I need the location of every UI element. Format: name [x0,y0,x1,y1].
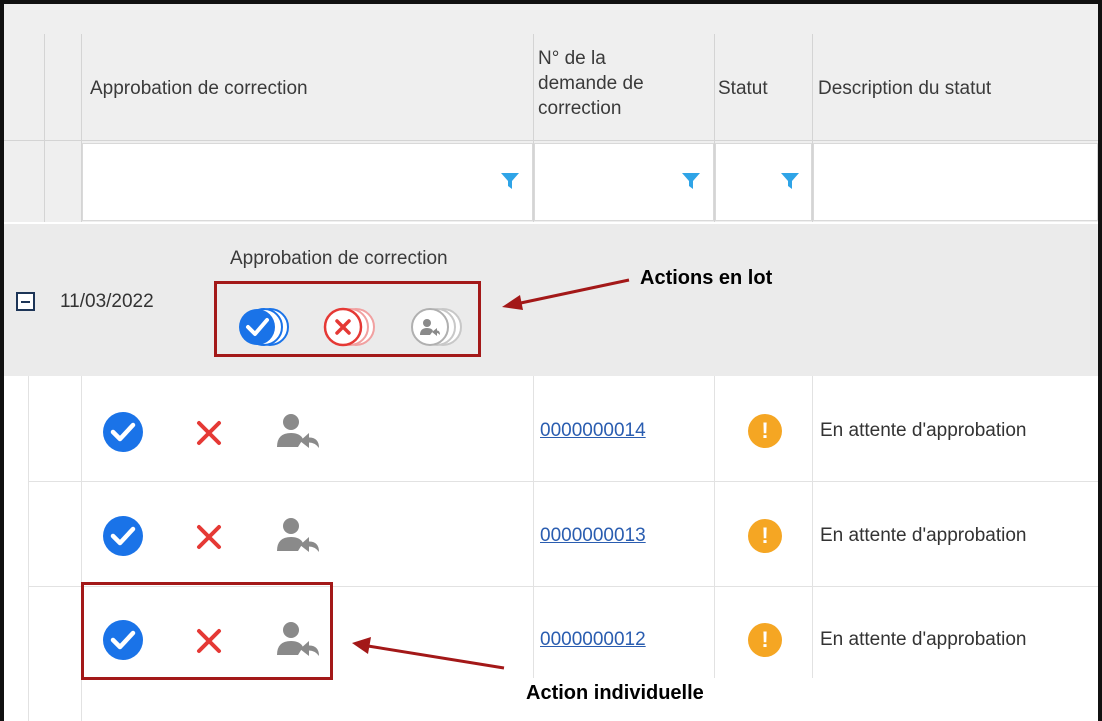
individual-annotation-arrow [352,637,505,670]
request-number-link[interactable]: 0000000012 [540,629,646,651]
status-description: En attente d'approbation [820,629,1027,650]
col-header-request-no-line2: demande de [538,73,644,94]
bulk-actions-highlight [214,281,481,357]
filter-status-desc[interactable] [813,143,1098,221]
filter-approval[interactable] [82,143,533,221]
col-header-status[interactable]: Statut [718,76,768,101]
individual-action-highlight [81,582,333,680]
group-date: 11/03/2022 [60,291,154,312]
bulk-annotation-arrow [502,278,630,310]
filter-approval-icon[interactable] [500,172,520,190]
warning-icon: ! [748,519,782,553]
warning-icon: ! [748,623,782,657]
corrections-grid: Approbation de correction N° de la deman… [4,4,1098,721]
reassign-icon[interactable] [276,411,322,451]
col-header-approval[interactable]: Approbation de correction [90,76,308,101]
filter-status-icon[interactable] [780,172,800,190]
reassign-icon[interactable] [276,515,322,555]
col-header-status-desc[interactable]: Description du statut [818,76,991,101]
approve-icon[interactable] [102,515,144,557]
reject-icon[interactable] [196,420,222,446]
bulk-annotation-label: Actions en lot [640,267,773,289]
group-column-title: Approbation de correction [230,248,448,269]
request-number-link[interactable]: 0000000013 [540,525,646,547]
col-header-request-no[interactable]: N° de la demande de correction [538,46,644,121]
warning-icon: ! [748,414,782,448]
col-header-request-no-line3: correction [538,98,622,119]
col-header-request-no-line1: N° de la [538,48,606,69]
filter-request-no-icon[interactable] [681,172,701,190]
approve-icon[interactable] [102,411,144,453]
collapse-group-button[interactable] [16,292,35,311]
status-description: En attente d'approbation [820,525,1027,546]
individual-annotation-label: Action individuelle [526,682,704,704]
status-description: En attente d'approbation [820,420,1027,441]
request-number-link[interactable]: 0000000014 [540,420,646,442]
reject-icon[interactable] [196,524,222,550]
